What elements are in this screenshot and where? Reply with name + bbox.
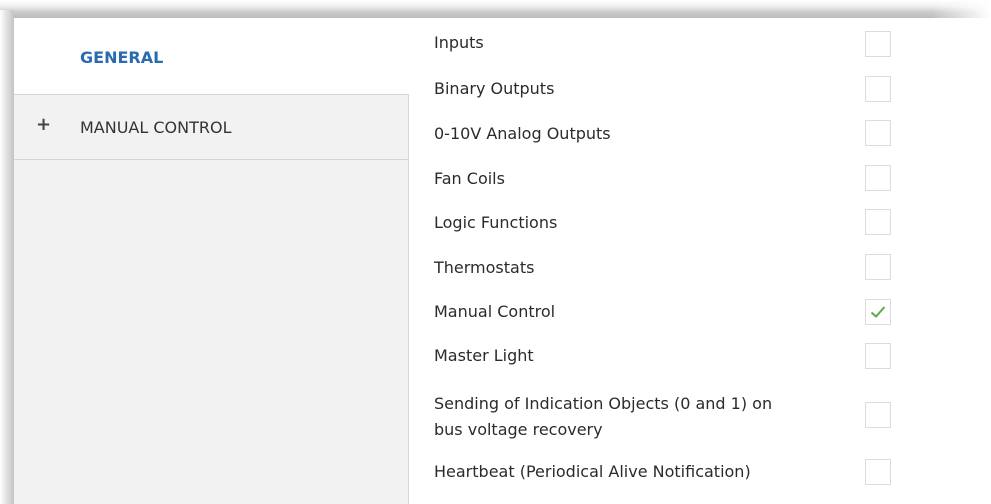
- checkbox-logic-functions[interactable]: [865, 209, 891, 235]
- checkbox-indication-objects[interactable]: [865, 402, 891, 428]
- sidebar-item-label: MANUAL CONTROL: [80, 118, 232, 137]
- option-label-inputs: Inputs: [434, 33, 484, 52]
- checkbox-analog-outputs[interactable]: [865, 120, 891, 146]
- checkbox-inputs[interactable]: [865, 31, 891, 57]
- option-label-indication-objects-line2: bus voltage recovery: [434, 420, 603, 439]
- window-top-border: [0, 0, 991, 18]
- option-label-indication-objects-line1: Sending of Indication Objects (0 and 1) …: [434, 394, 773, 413]
- parameter-window: GENERAL + MANUAL CONTROL Inputs Binary O…: [0, 0, 991, 504]
- sidebar-item-label: GENERAL: [80, 48, 164, 67]
- check-mark-icon: [870, 306, 886, 318]
- option-label-logic-functions: Logic Functions: [434, 213, 558, 232]
- checkbox-manual-control[interactable]: [865, 299, 891, 325]
- expand-plus-icon[interactable]: +: [36, 116, 51, 134]
- option-label-master-light: Master Light: [434, 346, 534, 365]
- option-label-heartbeat: Heartbeat (Periodical Alive Notification…: [434, 462, 751, 481]
- checkbox-thermostats[interactable]: [865, 254, 891, 280]
- checkbox-fan-coils[interactable]: [865, 165, 891, 191]
- sidebar: GENERAL + MANUAL CONTROL: [14, 18, 409, 504]
- checkbox-master-light[interactable]: [865, 343, 891, 369]
- window-left-border: [0, 10, 14, 504]
- option-label-fan-coils: Fan Coils: [434, 169, 505, 188]
- sidebar-item-general[interactable]: GENERAL: [14, 18, 409, 94]
- option-label-binary-outputs: Binary Outputs: [434, 79, 555, 98]
- option-label-analog-outputs: 0-10V Analog Outputs: [434, 124, 611, 143]
- checkbox-binary-outputs[interactable]: [865, 76, 891, 102]
- option-label-thermostats: Thermostats: [434, 258, 535, 277]
- sidebar-item-manual-control[interactable]: + MANUAL CONTROL: [14, 94, 408, 160]
- option-label-manual-control: Manual Control: [434, 302, 556, 321]
- checkbox-heartbeat[interactable]: [865, 459, 891, 485]
